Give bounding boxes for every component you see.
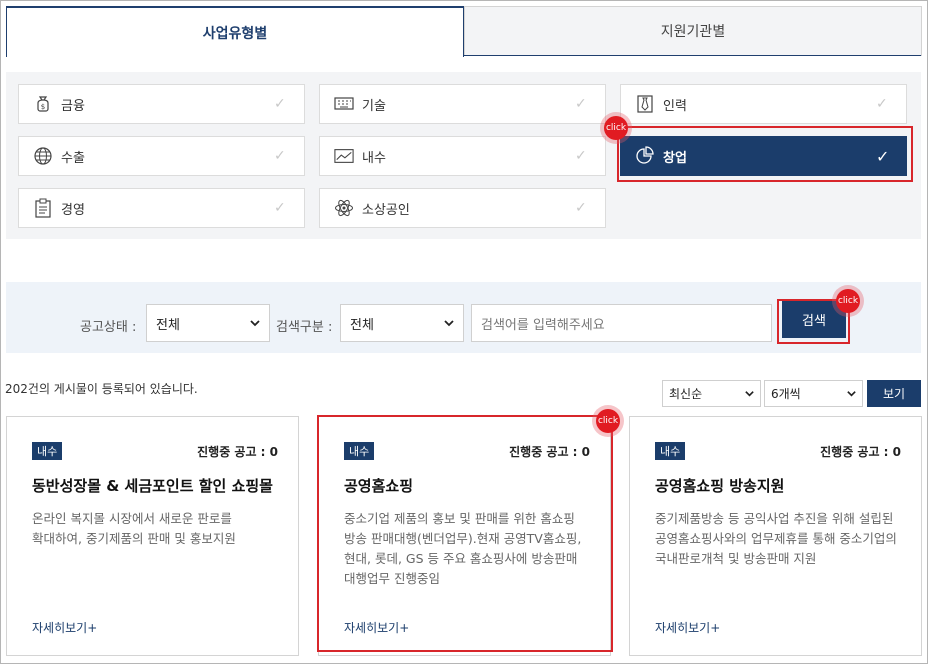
card-description: 온라인 복지몰 시장에서 새로운 판로를 확대하여, 중기제품의 판매 및 홍보… <box>32 511 236 546</box>
status-select-value: 전체 <box>156 317 180 333</box>
tab-business-type[interactable]: 사업유형별 <box>6 6 464 57</box>
globe-icon <box>33 146 53 166</box>
keyboard-icon <box>334 94 354 114</box>
category-badge: 내수 <box>32 442 63 460</box>
category-technology[interactable]: 기술 ✓ <box>319 84 606 124</box>
category-finance[interactable]: $ 금융 ✓ <box>18 84 305 124</box>
highlight-startup <box>617 126 913 182</box>
result-count: 202건의 게시물이 등록되어 있습니다. <box>5 382 198 396</box>
chevron-down-icon <box>744 388 755 402</box>
check-icon: ✓ <box>575 148 587 164</box>
clipboard-icon <box>33 198 53 218</box>
category-label: 경영 <box>61 202 85 218</box>
check-icon: ✓ <box>876 96 888 112</box>
search-input[interactable]: 검색어를 입력해주세요 <box>471 304 772 342</box>
category-domestic[interactable]: 내수 ✓ <box>319 136 606 176</box>
view-details-link[interactable]: 자세히보기+ <box>32 619 97 636</box>
chevron-down-icon <box>249 317 261 333</box>
program-card[interactable]: 내수 진행중 공고 : 0 공영홈쇼핑 방송지원 중기제품방송 등 공익사업 추… <box>629 416 922 656</box>
click-marker-label: click <box>837 296 859 306</box>
check-icon: ✓ <box>575 200 587 216</box>
tab-label: 사업유형별 <box>202 25 268 42</box>
category-export[interactable]: 수출 ✓ <box>18 136 305 176</box>
click-marker-label: click <box>597 416 619 426</box>
check-icon: ✓ <box>274 96 286 112</box>
category-manpower[interactable]: 인력 ✓ <box>620 84 907 124</box>
tab-label: 지원기관별 <box>660 24 726 40</box>
category-label: 금융 <box>61 98 85 114</box>
category-small-business[interactable]: 소상공인 ✓ <box>319 188 606 228</box>
tab-bar: 사업유형별 지원기관별 <box>6 6 922 57</box>
card-title: 동반성장몰 & 세금포인트 할인 쇼핑몰 <box>32 477 273 495</box>
sort-select[interactable]: 최신순 <box>662 380 761 407</box>
search-type-label: 검색구분 : <box>276 320 333 335</box>
click-marker: click <box>596 409 620 433</box>
click-marker: click <box>836 289 860 313</box>
check-icon: ✓ <box>575 96 587 112</box>
category-label: 내수 <box>362 150 386 166</box>
search-type-value: 전체 <box>350 317 374 333</box>
category-management[interactable]: 경영 ✓ <box>18 188 305 228</box>
status-select[interactable]: 전체 <box>146 304 270 342</box>
per-page-value: 6개씩 <box>771 387 801 401</box>
chevron-down-icon <box>443 317 455 333</box>
active-notice-count: 진행중 공고 : 0 <box>197 445 278 459</box>
per-page-select[interactable]: 6개씩 <box>764 380 863 407</box>
atom-icon <box>334 198 354 218</box>
category-label: 수출 <box>61 150 85 166</box>
view-button-label: 보기 <box>882 387 906 401</box>
click-marker: click <box>604 116 628 140</box>
view-details-link[interactable]: 자세히보기+ <box>655 619 720 636</box>
category-label: 인력 <box>663 98 687 114</box>
tab-support-agency[interactable]: 지원기관별 <box>464 6 922 56</box>
svg-text:$: $ <box>41 103 45 111</box>
program-card[interactable]: 내수 진행중 공고 : 0 동반성장몰 & 세금포인트 할인 쇼핑몰 온라인 복… <box>6 416 299 656</box>
card-title: 공영홈쇼핑 방송지원 <box>655 477 785 495</box>
active-notice-count: 진행중 공고 : 0 <box>820 445 901 459</box>
click-marker-label: click <box>605 123 627 133</box>
category-badge: 내수 <box>655 442 686 460</box>
view-button[interactable]: 보기 <box>867 380 921 407</box>
sort-select-value: 최신순 <box>669 387 703 401</box>
line-chart-icon <box>334 146 354 166</box>
money-bag-icon: $ <box>33 94 53 114</box>
check-icon: ✓ <box>274 200 286 216</box>
check-icon: ✓ <box>274 148 286 164</box>
chevron-down-icon <box>846 388 857 402</box>
category-label: 기술 <box>362 98 386 114</box>
tab-underline <box>464 55 921 56</box>
highlight-card <box>317 415 613 652</box>
search-placeholder: 검색어를 입력해주세요 <box>481 317 605 333</box>
necktie-icon <box>635 94 655 114</box>
search-type-select[interactable]: 전체 <box>340 304 464 342</box>
category-label: 소상공인 <box>362 202 410 218</box>
card-description: 중기제품방송 등 공익사업 추진을 위해 설립된 공영홈쇼핑사와의 업무제휴를 … <box>655 511 897 566</box>
status-filter-label: 공고상태 : <box>80 320 137 335</box>
